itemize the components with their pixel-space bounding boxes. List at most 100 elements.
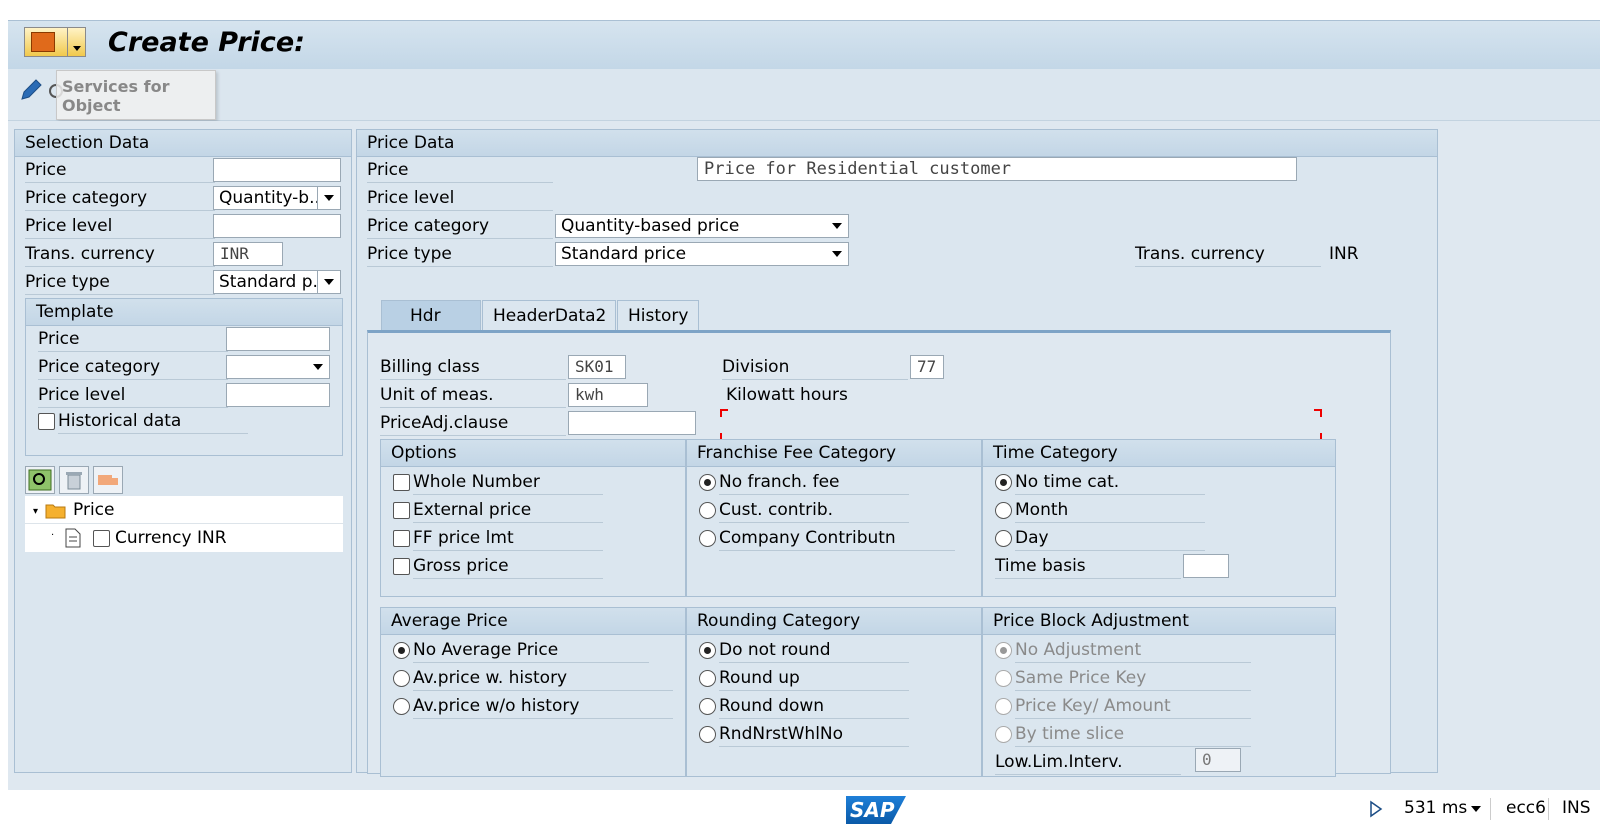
menu-icon [31, 32, 55, 52]
play-icon[interactable] [1368, 800, 1384, 818]
day-radio[interactable] [995, 530, 1012, 547]
historical-data-checkbox[interactable] [38, 413, 55, 430]
price-label: Price [25, 158, 215, 183]
no-franch-fee-radio[interactable] [699, 474, 716, 491]
by-time-slice-radio [995, 726, 1012, 743]
rnd-nrst-whl-no-radio[interactable] [699, 726, 716, 743]
chevron-down-icon[interactable] [317, 271, 340, 293]
gross-price-checkbox[interactable] [393, 558, 410, 575]
pd-category-label: Price category [367, 214, 553, 239]
template-title: Template [26, 299, 342, 326]
template-category-select[interactable] [226, 355, 330, 379]
tab-headerdata2[interactable]: HeaderData2 [482, 300, 616, 330]
priceadj-label: PriceAdj.clause [380, 411, 566, 436]
template-level-input[interactable] [226, 383, 330, 407]
chevron-down-icon[interactable] [317, 187, 340, 209]
month-radio[interactable] [995, 502, 1012, 519]
no-adjustment-label: No Adjustment [1015, 638, 1251, 663]
price-type-label: Price type [25, 270, 215, 295]
template-price-input[interactable] [226, 327, 330, 351]
time-basis-input[interactable] [1183, 554, 1229, 578]
no-time-cat-label: No time cat. [1015, 470, 1205, 495]
status-bar: SAP 531 ms ecc6 INS [0, 790, 1600, 828]
tree-node-currency[interactable]: Currency INR [115, 526, 227, 550]
pd-currency-label: Trans. currency [1135, 242, 1321, 267]
round-up-radio[interactable] [699, 670, 716, 687]
rnd-nrst-whl-no-label: RndNrstWhlNo [719, 722, 909, 747]
division-input[interactable]: 77 [910, 355, 944, 379]
tree-node-price[interactable]: Price [73, 498, 114, 522]
options-group: Options Whole Number External price FF p… [380, 439, 686, 597]
round-down-radio[interactable] [699, 698, 716, 715]
chevron-down-icon[interactable] [826, 243, 848, 265]
historical-data-label: Historical data [58, 409, 248, 434]
tab-hdr-data[interactable]: Hdr D... [381, 300, 481, 356]
time-category-title: Time Category [983, 440, 1335, 467]
search-tree-icon[interactable] [25, 466, 55, 494]
avprice-w-history-label: Av.price w. history [413, 666, 673, 691]
folder-open-icon [45, 504, 66, 519]
pd-currency-value: INR [1329, 244, 1359, 264]
price-type-value: Standard p... [219, 272, 329, 292]
pd-type-label: Price type [367, 242, 553, 267]
edit-pencil-icon[interactable] [18, 77, 44, 103]
chevron-down-icon[interactable] [307, 356, 329, 378]
price-level-input[interactable] [213, 214, 341, 238]
trans-currency-input[interactable]: INR [213, 242, 283, 266]
pd-price-label: Price [367, 158, 553, 183]
company-contributn-radio[interactable] [699, 530, 716, 547]
delete-icon[interactable] [59, 466, 89, 494]
whole-number-label: Whole Number [413, 470, 603, 495]
cust-contrib-radio[interactable] [699, 502, 716, 519]
price-category-label: Price category [25, 186, 215, 211]
avprice-wo-history-label: Av.price w/o history [413, 694, 673, 719]
pd-type-select[interactable]: Standard price [555, 242, 849, 266]
chevron-down-icon[interactable] [826, 215, 848, 237]
rounding-title: Rounding Category [687, 608, 981, 635]
title-bar: Create Price: [8, 20, 1600, 70]
whole-number-checkbox[interactable] [393, 474, 410, 491]
chevron-down-icon[interactable] [1471, 806, 1481, 812]
same-price-key-radio [995, 670, 1012, 687]
pd-price-input[interactable]: Price for Residential customer [697, 157, 1297, 181]
expand-icon[interactable]: ▾ [33, 506, 38, 517]
billing-class-input[interactable]: SK01 [568, 355, 626, 379]
pd-category-select[interactable]: Quantity-based price [555, 214, 849, 238]
response-time: 531 ms [1404, 798, 1468, 818]
avprice-wo-history-radio[interactable] [393, 698, 410, 715]
price-category-select[interactable]: Quantity-b... [213, 186, 341, 210]
do-not-round-radio[interactable] [699, 642, 716, 659]
transport-icon[interactable] [93, 466, 123, 494]
tab-content: Billing class SK01 Division 77 Unit of m… [367, 330, 1391, 777]
no-time-cat-radio[interactable] [995, 474, 1012, 491]
unit-description: Kilowatt hours [726, 385, 848, 405]
same-price-key-label: Same Price Key [1015, 666, 1251, 691]
sap-logo: SAP [846, 796, 906, 824]
no-franch-fee-label: No franch. fee [719, 470, 909, 495]
selection-data-panel: Selection Data Price Price category Quan… [14, 129, 352, 773]
unit-input[interactable]: kwh [568, 383, 648, 407]
ff-price-lmt-checkbox[interactable] [393, 530, 410, 547]
no-adjustment-radio [995, 642, 1012, 659]
no-average-price-radio[interactable] [393, 642, 410, 659]
billing-class-label: Billing class [380, 355, 566, 380]
selection-data-title: Selection Data [15, 130, 351, 157]
price-type-select[interactable]: Standard p... [213, 270, 341, 294]
options-title: Options [381, 440, 685, 467]
price-category-value: Quantity-b... [219, 188, 326, 208]
price-input[interactable] [213, 158, 341, 182]
unit-label: Unit of meas. [380, 383, 566, 408]
external-price-checkbox[interactable] [393, 502, 410, 519]
system-menu-button[interactable] [24, 27, 86, 57]
ff-price-lmt-label: FF price lmt [413, 526, 603, 551]
price-level-label: Price level [25, 214, 215, 239]
round-down-label: Round down [719, 694, 909, 719]
tab-history[interactable]: History [617, 300, 699, 330]
price-block-title: Price Block Adjustment [983, 608, 1335, 635]
priceadj-input[interactable] [568, 411, 696, 435]
tooltip-services: Services for Object [56, 70, 216, 120]
price-tree: ▾ Price · Currency INR [25, 496, 343, 552]
currency-node-checkbox[interactable] [93, 530, 110, 547]
round-up-label: Round up [719, 666, 909, 691]
avprice-w-history-radio[interactable] [393, 670, 410, 687]
